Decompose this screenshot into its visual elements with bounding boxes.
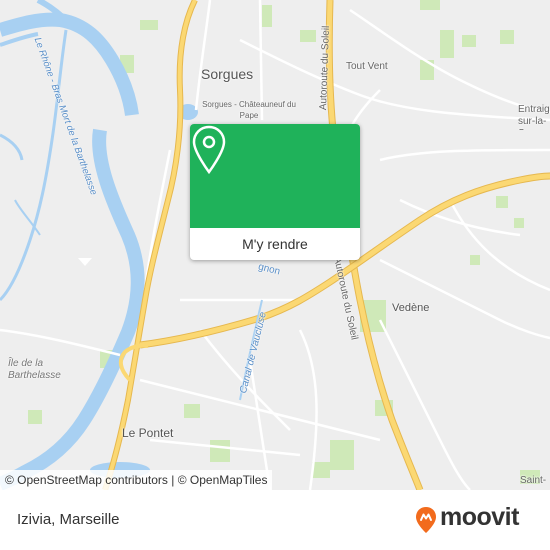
location-popup: M'y rendre [190, 124, 360, 260]
label-entraigues: Entraig sur-la-S [518, 104, 550, 130]
popup-header [190, 124, 360, 228]
label-sorgues: Sorgues [201, 66, 254, 82]
location-pin-icon [192, 125, 226, 175]
get-directions-button[interactable]: M'y rendre [190, 228, 360, 260]
map-attribution[interactable]: © OpenStreetMap contributors | © OpenMap… [0, 470, 273, 490]
label-le-pontet: Le Pontet [122, 426, 174, 440]
rhone-river [0, 0, 145, 490]
label-saint: Saint- [520, 475, 547, 486]
place-title: Izivia, Marseille [17, 511, 120, 528]
label-tout-vent: Tout Vent [346, 61, 388, 72]
label-sorgues-station: Sorgues - Châteauneuf du Pape [202, 100, 296, 120]
popup-pointer [78, 258, 92, 266]
moovit-logo-icon [416, 507, 436, 533]
map-view[interactable]: Sorgues Sorgues - Châteauneuf du Pape To… [0, 0, 550, 490]
moovit-logo-text: moovit [440, 503, 519, 531]
label-ile-barthelasse: Île de la Barthelasse [8, 358, 61, 381]
label-vedene: Vedène [392, 302, 430, 314]
